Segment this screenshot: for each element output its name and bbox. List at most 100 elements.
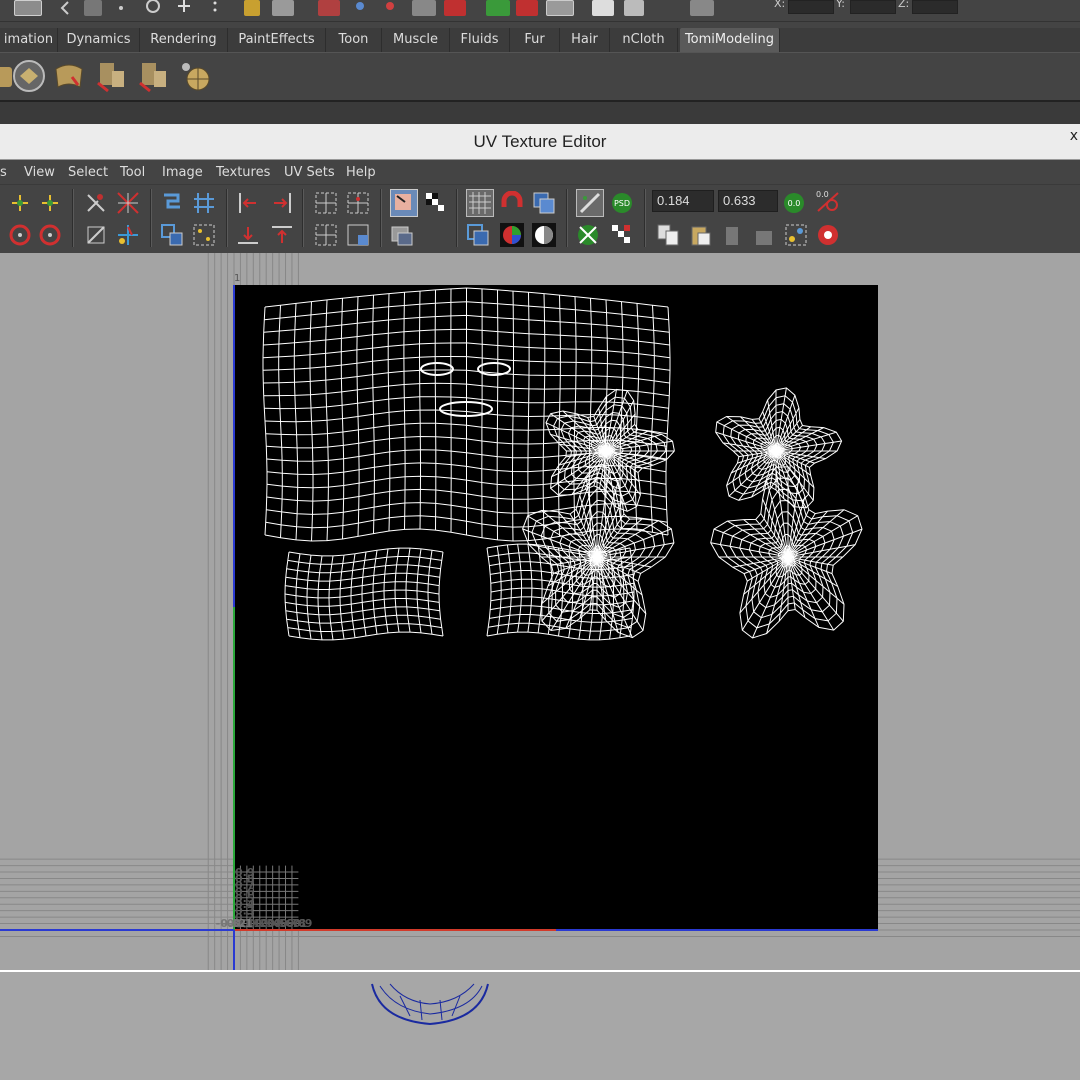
menu-textures[interactable]: Textures xyxy=(216,165,270,180)
svg-text:0.0: 0.0 xyxy=(816,190,829,199)
tab-fur[interactable]: Fur xyxy=(510,28,560,52)
toggle-grid-icon[interactable] xyxy=(466,189,494,217)
menu-help[interactable]: Help xyxy=(346,165,376,180)
rotate-ccw-icon[interactable] xyxy=(38,223,62,247)
menu-uv-sets[interactable]: UV Sets xyxy=(284,165,335,180)
v-value-field[interactable]: 0.633 xyxy=(718,190,778,212)
shelf-extrude-icon[interactable] xyxy=(136,59,170,93)
status-line: X: Y: Z: xyxy=(0,0,1080,22)
hypershade-icon[interactable] xyxy=(350,0,370,16)
z-coordinate-field[interactable] xyxy=(912,0,958,14)
align-bottom-icon[interactable] xyxy=(236,223,260,247)
render-view-icon[interactable] xyxy=(380,0,400,16)
relax-uv-icon[interactable] xyxy=(160,223,184,247)
align-right-icon[interactable] xyxy=(270,191,294,215)
layer-editor-icon[interactable] xyxy=(516,0,538,16)
cycle-uv-icon[interactable] xyxy=(784,223,808,247)
tab-fluids[interactable]: Fluids xyxy=(450,28,510,52)
flip-uv-icon[interactable] xyxy=(84,223,108,247)
move-uv-shell-icon[interactable] xyxy=(38,191,62,215)
tab-toon[interactable]: Toon xyxy=(326,28,382,52)
layout-uv-icon[interactable] xyxy=(346,191,370,215)
tab-hair[interactable]: Hair xyxy=(560,28,610,52)
uv-grid-canvas[interactable]: 1 0.90.80.70.60.50.40.30.20.1 00.10.20.3… xyxy=(0,253,1080,971)
sew-icon[interactable] xyxy=(192,191,216,215)
grid-snap-icon[interactable] xyxy=(84,0,102,16)
checker-icon[interactable] xyxy=(424,191,448,215)
u-value-field[interactable]: 0.184 xyxy=(652,190,714,212)
tab-animation[interactable]: imation xyxy=(0,28,58,52)
target-icon[interactable] xyxy=(144,0,162,16)
smooth-uv-icon[interactable] xyxy=(192,223,216,247)
cut-uv-icon[interactable] xyxy=(84,191,108,215)
colon-icon[interactable] xyxy=(210,0,220,16)
v-zero-icon[interactable]: 0.0 xyxy=(814,187,842,215)
shelf-flat-tile-icon[interactable] xyxy=(12,59,46,93)
select-mode-icon[interactable] xyxy=(14,0,42,16)
u-zero-icon[interactable]: 0.0 xyxy=(782,191,806,215)
texture-borders-icon[interactable] xyxy=(576,223,600,247)
x-coordinate-field[interactable] xyxy=(788,0,834,14)
paste-u-icon[interactable] xyxy=(720,223,744,247)
render-icon[interactable] xyxy=(244,0,260,16)
attribute-icon[interactable] xyxy=(412,0,436,16)
menu-view[interactable]: View xyxy=(24,165,55,180)
distortion-icon[interactable] xyxy=(576,189,604,217)
stack-uv-icon[interactable] xyxy=(314,223,338,247)
tab-tomimodeling[interactable]: TomiModeling xyxy=(680,28,780,52)
copy-uvs-icon[interactable] xyxy=(656,223,680,247)
paste-uvs-icon[interactable] xyxy=(688,223,712,247)
list-icon[interactable] xyxy=(592,0,614,16)
menu-select[interactable]: Select xyxy=(68,165,108,180)
rgb-channel-icon[interactable] xyxy=(500,223,524,247)
uv-viewport[interactable]: 1 0.9 0.8 0.7 0.6 0.5 0.4 0.3 0.2 0.1 0 0.1 0.2 0.3… xyxy=(0,253,1080,971)
uv-toolbar: PSD 0.0 0.0 xyxy=(0,185,1080,253)
rotate-cw-icon[interactable] xyxy=(8,223,32,247)
move-uv-icon[interactable] xyxy=(8,191,32,215)
select-shell-icon[interactable] xyxy=(346,223,370,247)
image-display-icon[interactable] xyxy=(390,189,418,217)
shelf-cylinder-icon[interactable] xyxy=(94,59,128,93)
uv-snapshot-icon[interactable] xyxy=(816,223,840,247)
tab-dynamics[interactable]: Dynamics xyxy=(58,28,140,52)
menu-tool[interactable]: Tool xyxy=(120,165,145,180)
shelf-bend-icon[interactable] xyxy=(52,59,86,93)
tab-muscle[interactable]: Muscle xyxy=(382,28,450,52)
magnet-icon[interactable] xyxy=(444,0,466,16)
channel-box-icon[interactable] xyxy=(486,0,510,16)
grid-uv-icon[interactable] xyxy=(314,191,338,215)
render-settings-icon[interactable] xyxy=(318,0,340,16)
tab-painteffects[interactable]: PaintEffects xyxy=(228,28,326,52)
shaded-uv-icon[interactable] xyxy=(532,191,556,215)
doc-icon[interactable] xyxy=(624,0,644,16)
checker-tiles-icon[interactable] xyxy=(610,223,634,247)
v-top-label: 1 xyxy=(234,273,240,284)
psd-network-icon[interactable]: PSD xyxy=(610,191,634,215)
ipr-render-icon[interactable] xyxy=(272,0,294,16)
shelf-sphere-icon[interactable] xyxy=(178,59,212,93)
u-tick-labels: 00.10.20.30.40.50.60.70.80.91-0.3-0.2-0.… xyxy=(216,917,313,930)
snap-magnet-icon[interactable] xyxy=(500,190,524,215)
image-thumbnail-icon[interactable] xyxy=(390,223,414,247)
unfold-icon[interactable] xyxy=(160,191,184,215)
axis-move-icon[interactable] xyxy=(116,223,140,247)
split-uv-icon[interactable] xyxy=(116,191,140,215)
alpha-channel-icon[interactable] xyxy=(532,223,556,247)
menu-image[interactable]: Image xyxy=(162,165,203,180)
perspective-viewport[interactable] xyxy=(0,970,1080,1080)
dot-icon[interactable] xyxy=(114,0,128,16)
outliner-icon[interactable] xyxy=(546,0,574,16)
y-coordinate-field[interactable] xyxy=(850,0,896,14)
menu-polygons[interactable]: s xyxy=(0,165,7,180)
align-left-icon[interactable] xyxy=(236,191,260,215)
tab-ncloth[interactable]: nCloth xyxy=(610,28,678,52)
arrow-icon[interactable] xyxy=(58,0,72,16)
close-icon[interactable]: x xyxy=(1070,128,1078,144)
plus-icon[interactable] xyxy=(176,0,192,16)
tab-rendering[interactable]: Rendering xyxy=(140,28,228,52)
paste-v-icon[interactable] xyxy=(752,223,776,247)
wire-uv-icon[interactable] xyxy=(466,223,490,247)
tool-icon[interactable] xyxy=(690,0,714,16)
svg-text:PSD: PSD xyxy=(614,199,630,208)
align-top-icon[interactable] xyxy=(270,223,294,247)
